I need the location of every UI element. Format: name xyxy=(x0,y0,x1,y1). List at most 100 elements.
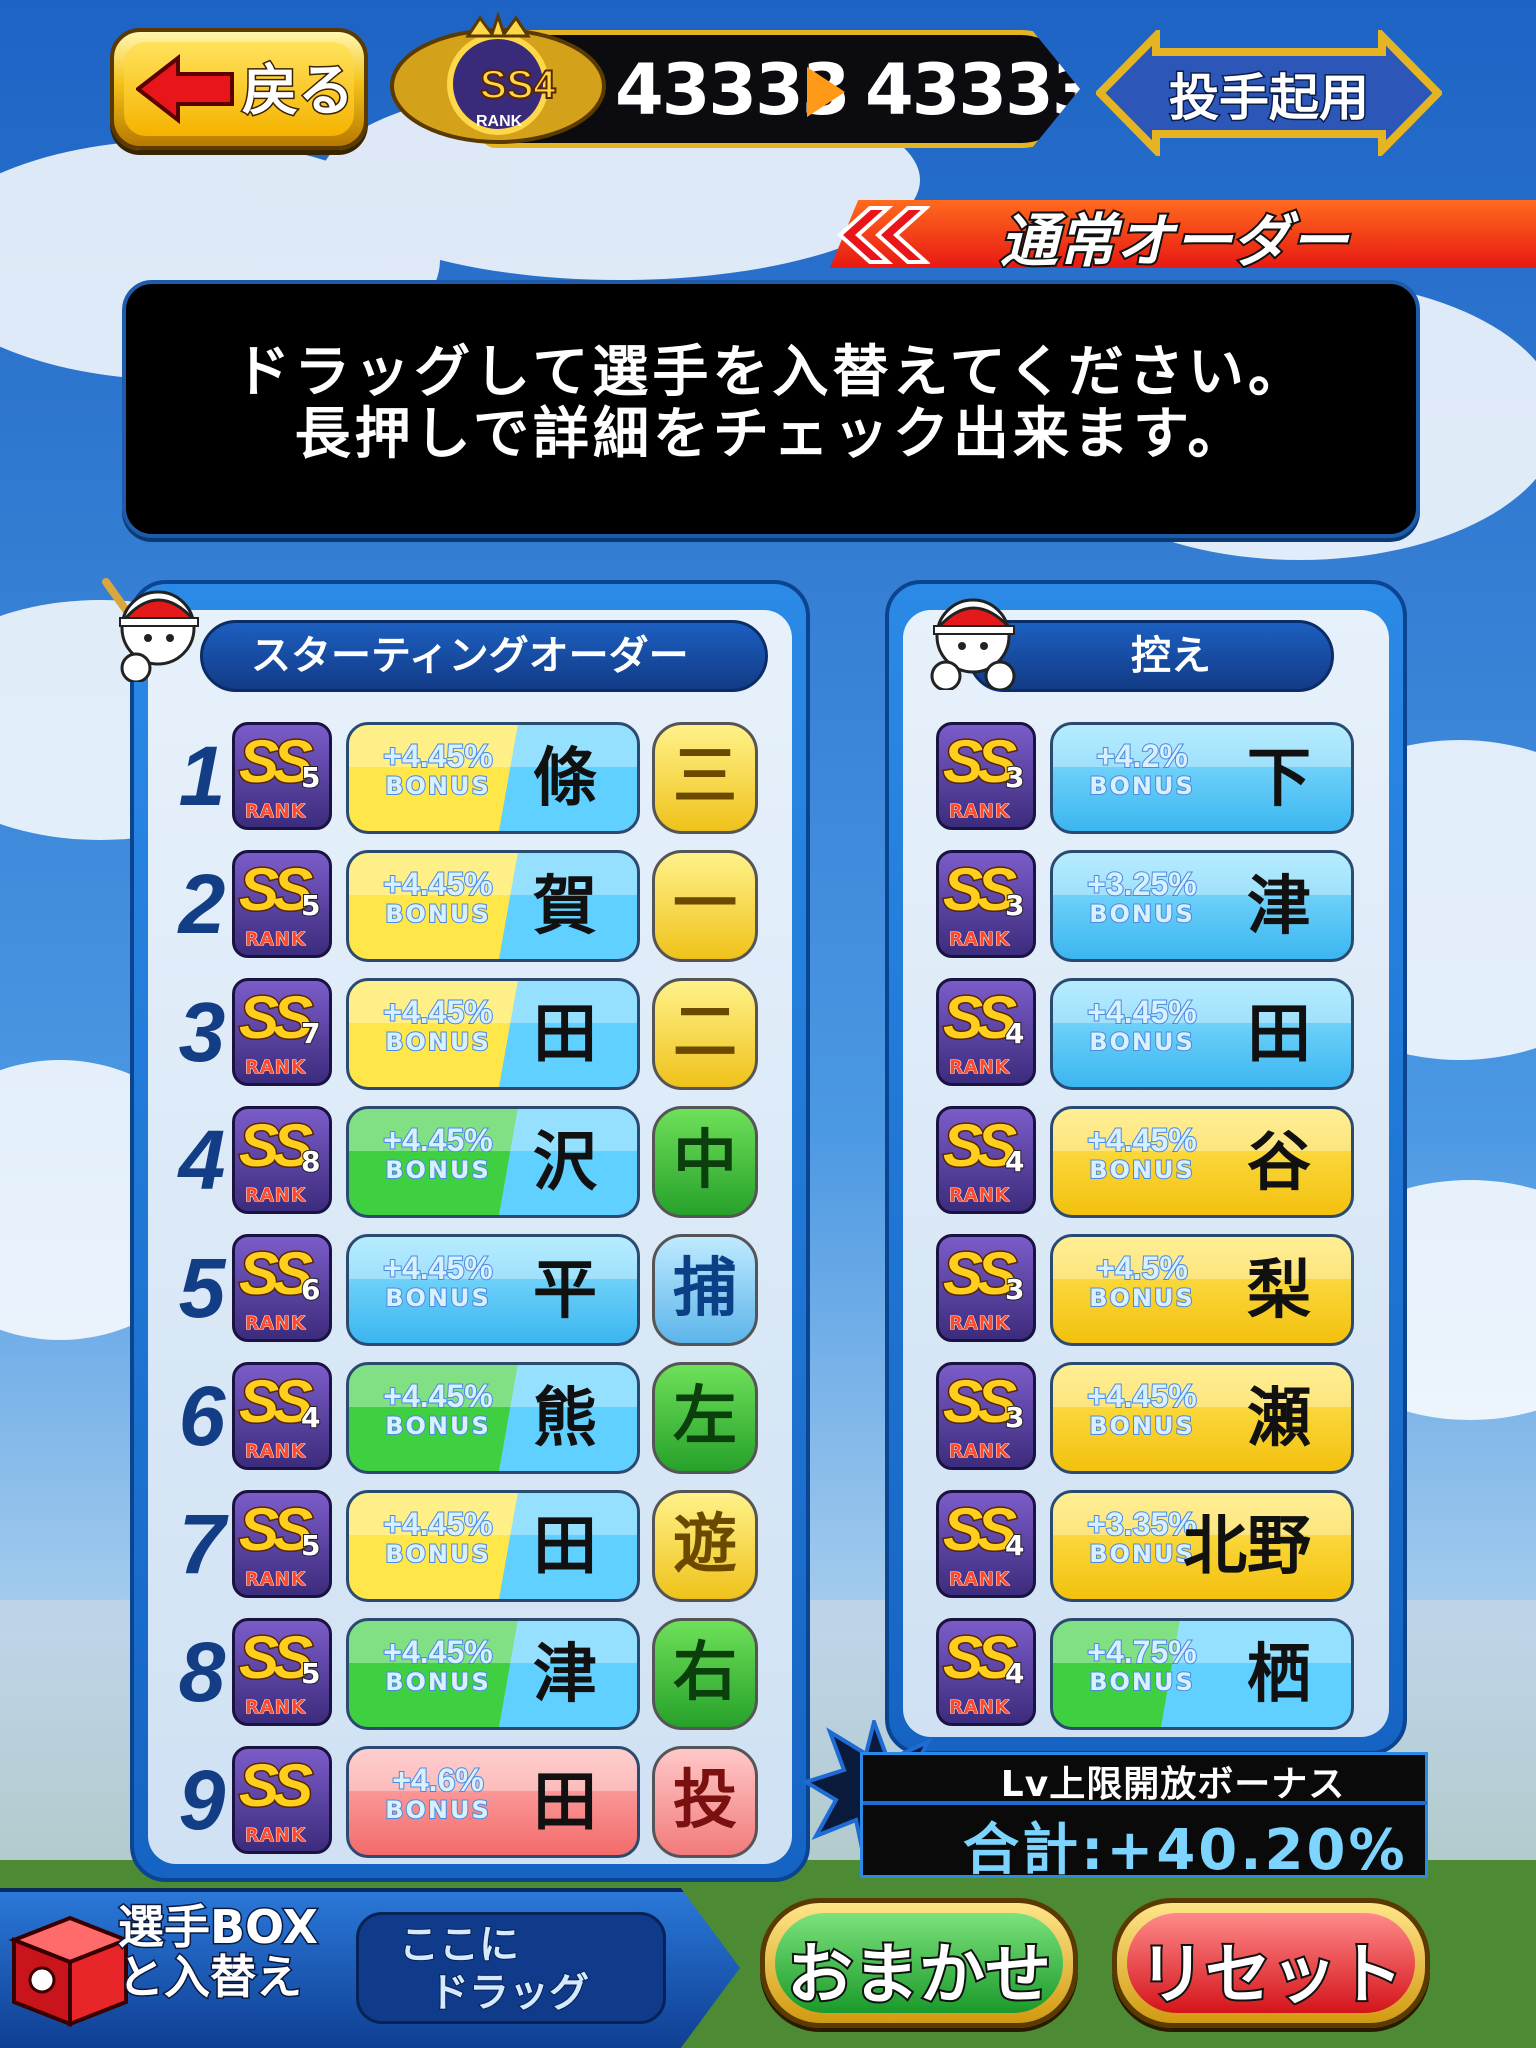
ss-rank-badge: SS RANK 3 xyxy=(936,850,1036,958)
player-name: 瀬 xyxy=(1247,1382,1311,1456)
player-card[interactable]: +4.2% BONUS 下 xyxy=(1050,722,1354,834)
bonus-percent: +4.45% xyxy=(382,1250,493,1286)
ss-rank-text: SS xyxy=(941,727,1018,797)
ss-rank-word: RANK xyxy=(245,1441,306,1463)
position-badge[interactable]: 三 xyxy=(652,722,758,834)
position-badge[interactable]: 捕 xyxy=(652,1234,758,1346)
back-button[interactable]: 戻る xyxy=(110,28,368,150)
player-name: 谷 xyxy=(1247,1126,1311,1200)
position-badge[interactable]: 左 xyxy=(652,1362,758,1474)
bench-row[interactable]: SS RANK 4 +4.45% BONUS 田 xyxy=(936,974,1356,1094)
player-name: 下 xyxy=(1247,742,1311,816)
starting-row[interactable]: 1 SS RANK 5 +4.45% BONUS 條三 xyxy=(172,718,772,838)
player-card[interactable]: +4.45% BONUS 田 xyxy=(346,1490,640,1602)
position-badge[interactable]: 右 xyxy=(652,1618,758,1730)
auto-assign-button[interactable]: おまかせ xyxy=(760,1898,1078,2028)
bonus-label: +4.45% BONUS xyxy=(353,1506,523,1568)
player-card[interactable]: +4.45% BONUS 平 xyxy=(346,1234,640,1346)
player-card[interactable]: +4.45% BONUS 條 xyxy=(346,722,640,834)
ss-rank-word: RANK xyxy=(949,1313,1010,1335)
rank-badge-word: RANK xyxy=(476,113,523,130)
player-card[interactable]: +4.6% BONUS 田 xyxy=(346,1746,640,1858)
ss-rank-badge: SS RANK 4 xyxy=(936,978,1036,1086)
ss-rank-text: SS xyxy=(941,1623,1018,1693)
starting-row[interactable]: 5 SS RANK 6 +4.45% BONUS 平捕 xyxy=(172,1230,772,1350)
ss-rank-text: SS xyxy=(941,983,1018,1053)
bench-row[interactable]: SS RANK 3 +4.5% BONUS 梨 xyxy=(936,1230,1356,1350)
ss-level-number: 3 xyxy=(1004,760,1026,795)
ss-rank-badge: SS RANK 5 xyxy=(232,1618,332,1726)
starting-row[interactable]: 9 SS RANK +4.6% BONUS 田投 xyxy=(172,1742,772,1862)
bench-row[interactable]: SS RANK 3 +4.45% BONUS 瀬 xyxy=(936,1358,1356,1478)
ss-rank-badge: SS RANK 3 xyxy=(936,722,1036,830)
player-card[interactable]: +4.45% BONUS 津 xyxy=(346,1618,640,1730)
bonus-label: +4.75% BONUS xyxy=(1057,1634,1227,1696)
batting-order-number: 2 xyxy=(178,857,226,951)
ss-rank-badge: SS RANK 3 xyxy=(936,1234,1036,1342)
bench-row[interactable]: SS RANK 3 +3.25% BONUS 津 xyxy=(936,846,1356,966)
bonus-percent: +4.45% xyxy=(382,1634,493,1670)
bench-row[interactable]: SS RANK 4 +4.75% BONUS 栖 xyxy=(936,1614,1356,1734)
bonus-word: BONUS xyxy=(1088,1028,1195,1056)
player-card[interactable]: +4.45% BONUS 田 xyxy=(1050,978,1354,1090)
player-card[interactable]: +4.75% BONUS 栖 xyxy=(1050,1618,1354,1730)
ss-rank-text: SS xyxy=(941,1495,1018,1565)
starting-row[interactable]: 8 SS RANK 5 +4.45% BONUS 津右 xyxy=(172,1614,772,1734)
player-card[interactable]: +4.45% BONUS 賀 xyxy=(346,850,640,962)
bonus-word: BONUS xyxy=(384,1412,491,1440)
position-badge[interactable]: 遊 xyxy=(652,1490,758,1602)
starting-row[interactable]: 6 SS RANK 4 +4.45% BONUS 熊左 xyxy=(172,1358,772,1478)
ss-level-number: 3 xyxy=(1004,888,1026,923)
ss-rank-badge: SS RANK 5 xyxy=(232,1490,332,1598)
reset-button[interactable]: リセット xyxy=(1112,1898,1430,2028)
starting-row[interactable]: 3 SS RANK 7 +4.45% BONUS 田二 xyxy=(172,974,772,1094)
instruction-box: ドラッグして選手を入替えてください。 長押しで詳細をチェック出来ます。 xyxy=(122,280,1420,538)
player-card[interactable]: +4.5% BONUS 梨 xyxy=(1050,1234,1354,1346)
starting-row[interactable]: 7 SS RANK 5 +4.45% BONUS 田遊 xyxy=(172,1486,772,1606)
bonus-percent: +4.45% xyxy=(382,866,493,902)
drag-drop-zone[interactable]: ここに ドラッグ xyxy=(356,1912,666,2024)
player-card[interactable]: +3.25% BONUS 津 xyxy=(1050,850,1354,962)
bonus-label: +4.45% BONUS xyxy=(353,1250,523,1312)
batting-order-number: 8 xyxy=(178,1625,226,1719)
starting-row[interactable]: 4 SS RANK 8 +4.45% BONUS 沢中 xyxy=(172,1102,772,1222)
bonus-word: BONUS xyxy=(1088,1412,1195,1440)
ss-rank-text: SS xyxy=(941,855,1018,925)
chevron-left-icon xyxy=(837,206,930,264)
batting-order-number: 1 xyxy=(178,729,226,823)
left-arrow-icon xyxy=(136,54,234,124)
bench-row[interactable]: SS RANK 4 +3.35% BONUS 北野 xyxy=(936,1486,1356,1606)
player-box-label-1: 選手BOX xyxy=(117,1900,320,1954)
player-card[interactable]: +4.45% BONUS 谷 xyxy=(1050,1106,1354,1218)
player-name: 田 xyxy=(1247,998,1311,1072)
position-badge[interactable]: 一 xyxy=(652,850,758,962)
position-badge[interactable]: 投 xyxy=(652,1746,758,1858)
bonus-word: BONUS xyxy=(384,1540,491,1568)
starting-row[interactable]: 2 SS RANK 5 +4.45% BONUS 賀一 xyxy=(172,846,772,966)
bonus-label: +4.45% BONUS xyxy=(353,866,523,928)
position-badge[interactable]: 二 xyxy=(652,978,758,1090)
bonus-label: +4.45% BONUS xyxy=(1057,994,1227,1056)
player-card[interactable]: +4.45% BONUS 沢 xyxy=(346,1106,640,1218)
player-card[interactable]: +4.45% BONUS 瀬 xyxy=(1050,1362,1354,1474)
ss-rank-badge: SS RANK 4 xyxy=(936,1106,1036,1214)
player-card[interactable]: +3.35% BONUS 北野 xyxy=(1050,1490,1354,1602)
player-card[interactable]: +4.45% BONUS 田 xyxy=(346,978,640,1090)
ss-rank-word: RANK xyxy=(949,1569,1010,1591)
bonus-label: +4.45% BONUS xyxy=(353,994,523,1056)
bonus-percent: +4.45% xyxy=(1086,994,1197,1030)
ss-level-number: 5 xyxy=(300,760,322,795)
player-card[interactable]: +4.45% BONUS 熊 xyxy=(346,1362,640,1474)
position-badge[interactable]: 中 xyxy=(652,1106,758,1218)
ss-rank-word: RANK xyxy=(949,1697,1010,1719)
bonus-percent: +4.45% xyxy=(382,994,493,1030)
pitcher-use-button[interactable]: 投手起用 xyxy=(1096,30,1442,156)
bonus-word: BONUS xyxy=(384,772,491,800)
bench-row[interactable]: SS RANK 4 +4.45% BONUS 谷 xyxy=(936,1102,1356,1222)
bench-row[interactable]: SS RANK 3 +4.2% BONUS 下 xyxy=(936,718,1356,838)
bonus-percent: +4.45% xyxy=(382,738,493,774)
bonus-percent: +4.6% xyxy=(391,1762,485,1798)
instruction-line-1: ドラッグして選手を入替えてください。 xyxy=(234,340,1308,405)
bonus-label: +4.45% BONUS xyxy=(353,738,523,800)
ss-rank-word: RANK xyxy=(245,1185,306,1207)
